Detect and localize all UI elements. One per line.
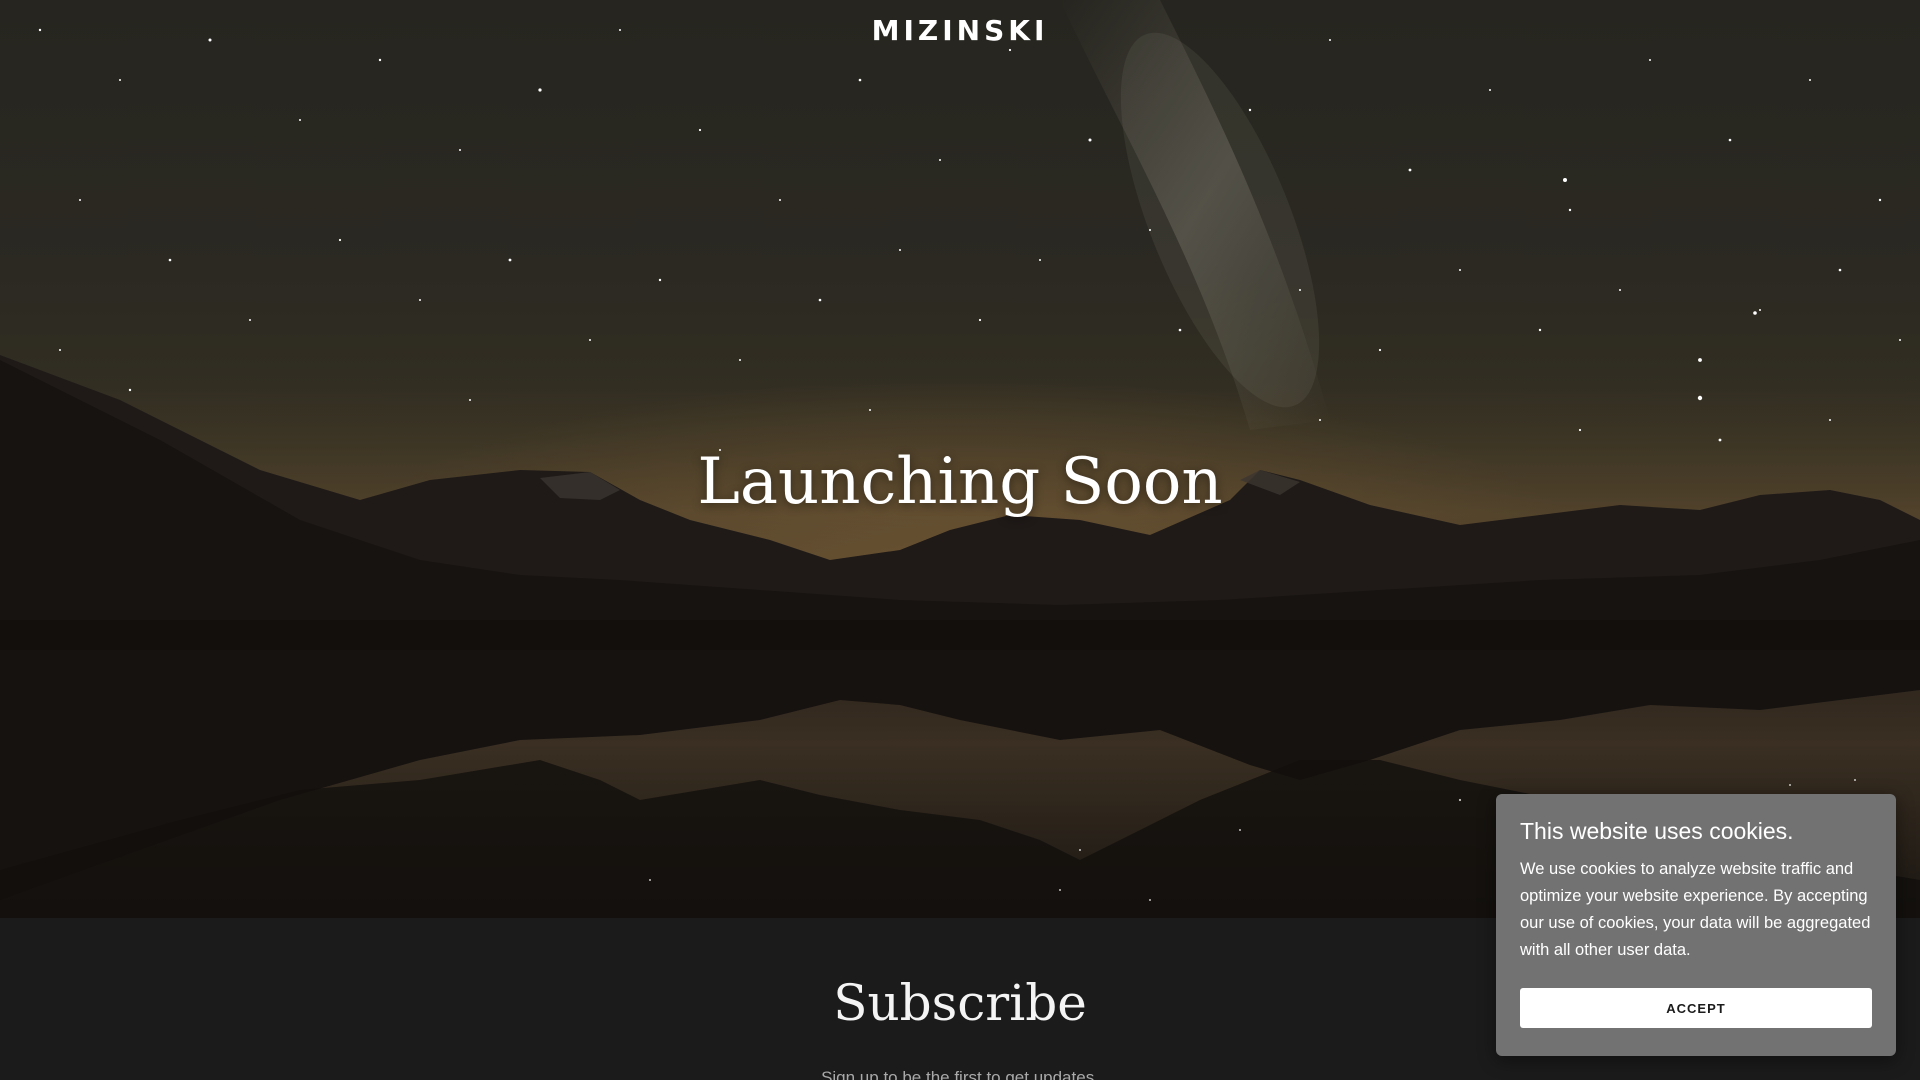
accept-cookies-button[interactable]: ACCEPT (1520, 988, 1872, 1028)
page: MIZINSKI Launching Soon Subscribe Sign u… (0, 0, 1920, 1080)
site-logo[interactable]: MIZINSKI (0, 14, 1920, 47)
hero-section: MIZINSKI Launching Soon (0, 0, 1920, 918)
cookie-banner-text: We use cookies to analyze website traffi… (1520, 860, 1871, 959)
cookie-banner-title: This website uses cookies. (1520, 818, 1794, 844)
subscribe-subtitle: Sign up to be the first to get updates. (821, 1068, 1099, 1080)
cookie-banner: This website uses cookies. We use cookie… (1496, 794, 1896, 1056)
hero-title: Launching Soon (697, 445, 1223, 519)
